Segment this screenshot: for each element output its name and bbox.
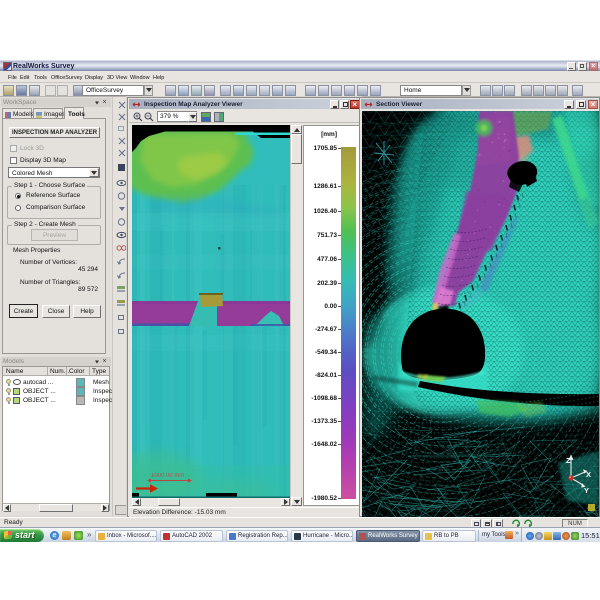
svg-text:X: X <box>586 470 591 479</box>
svg-text:Z: Z <box>566 456 571 465</box>
svg-text:Y: Y <box>584 486 589 495</box>
svg-text:1000.00 mm: 1000.00 mm <box>151 473 184 479</box>
